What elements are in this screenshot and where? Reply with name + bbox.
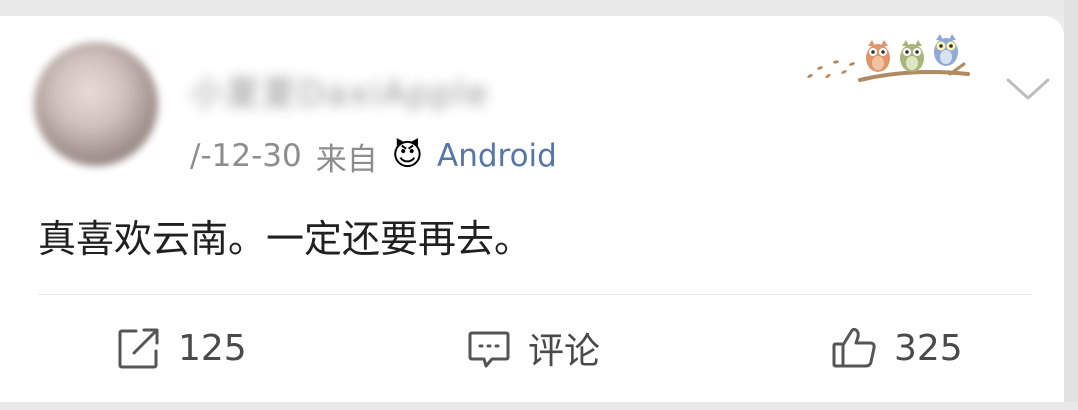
source-emoji-icon: 😈	[391, 138, 423, 173]
comment-label: 评论	[528, 331, 601, 372]
source-device-link[interactable]: Android	[437, 138, 557, 174]
post-text: 真喜欢云南。一定还要再去。	[38, 217, 533, 261]
share-box-icon	[118, 328, 159, 369]
avatar[interactable]	[34, 42, 158, 166]
top-strip	[0, 0, 1078, 16]
divider	[38, 294, 1032, 295]
comment-bubble-icon	[468, 331, 510, 368]
source-label: 来自	[315, 141, 378, 178]
author-nickname[interactable]: 小夏夏DaxiApple	[190, 66, 489, 115]
like-button[interactable]: 325	[830, 323, 963, 373]
repost-button[interactable]: 125	[116, 323, 247, 373]
comment-button[interactable]: 评论	[466, 323, 600, 373]
thumbs-up-icon	[832, 327, 876, 368]
post-date: /-12-30	[190, 138, 302, 174]
chevron-down-icon[interactable]	[1004, 74, 1052, 104]
owls-on-branch-icon	[807, 34, 970, 82]
bottom-strip	[0, 402, 1078, 410]
right-gutter	[1064, 0, 1078, 410]
post-meta: /-12-30 来自 😈 Android	[190, 134, 557, 178]
repost-count: 125	[178, 327, 247, 369]
like-count: 325	[894, 327, 963, 369]
